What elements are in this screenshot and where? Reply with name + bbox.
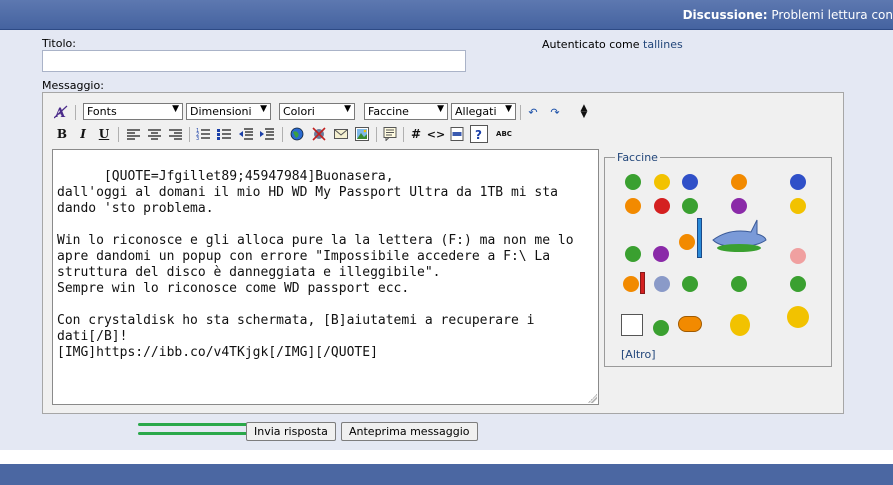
redo-icon[interactable]: ↷: [547, 104, 563, 120]
smilies-select-label: Faccine: [368, 105, 409, 118]
thread-heading: Discussione: Problemi lettura con: [683, 8, 893, 22]
underline-button[interactable]: U: [96, 126, 112, 142]
shark-icon[interactable]: [711, 218, 767, 256]
title-label: Titolo:: [42, 37, 76, 50]
smiley-sick-icon[interactable]: [625, 246, 641, 262]
insert-image-icon[interactable]: [354, 126, 370, 142]
smiley-bird-icon[interactable]: [787, 306, 809, 328]
toolbar-separator: [282, 127, 283, 142]
smiley-earth-icon[interactable]: [653, 320, 669, 336]
chevron-down-icon: ▼: [344, 104, 351, 114]
smiley-help-icon[interactable]: [678, 316, 702, 332]
undo-icon[interactable]: ↶: [525, 104, 541, 120]
smiley-shocked-icon[interactable]: [790, 174, 806, 190]
bottom-bar: [0, 464, 893, 485]
smiley-teeth-icon[interactable]: [682, 276, 698, 292]
toolbar-separator: [403, 127, 404, 142]
smiley-smirk-icon[interactable]: [790, 276, 806, 292]
chevron-down-icon: ▼: [505, 104, 512, 114]
toolbar-separator: [376, 127, 377, 142]
auth-user-link[interactable]: tallines: [643, 38, 683, 51]
thread-label: Discussione:: [682, 8, 768, 22]
chevron-down-icon: ▼: [260, 104, 267, 114]
chevron-down-icon: ▼: [172, 104, 179, 114]
top-bar: Discussione: Problemi lettura con: [0, 0, 893, 30]
auth-status: Autenticato come tallines: [542, 38, 683, 51]
reply-form: Titolo: Autenticato come tallines Messag…: [0, 30, 893, 450]
resize-grip-icon[interactable]: [588, 394, 597, 403]
footer-spacer: [0, 450, 893, 464]
chevron-down-icon: ▼: [437, 104, 444, 114]
smiley-wall-icon[interactable]: [679, 234, 695, 250]
preview-message-button[interactable]: Anteprima messaggio: [341, 422, 478, 441]
colors-select[interactable]: Colori ▼: [279, 103, 355, 120]
fonts-select-label: Fonts: [87, 105, 117, 118]
outdent-icon[interactable]: [238, 126, 254, 142]
align-center-icon[interactable]: [146, 126, 162, 142]
smiley-wink-icon[interactable]: [790, 198, 806, 214]
attachments-select[interactable]: Allegati ▼: [451, 103, 516, 120]
email-link-icon[interactable]: [333, 126, 349, 142]
smiley-confused-icon[interactable]: [731, 198, 747, 214]
sizes-select[interactable]: Dimensioni ▼: [186, 103, 271, 120]
smilies-panel: Faccine [Altro]: [604, 151, 832, 367]
smiley-pig-icon[interactable]: [790, 248, 806, 264]
submit-reply-button[interactable]: Invia risposta: [246, 422, 336, 441]
smiley-talk-icon[interactable]: [623, 276, 639, 292]
link-globe-icon[interactable]: [289, 126, 305, 142]
thread-title[interactable]: Problemi lettura con: [771, 8, 893, 22]
editor-box: A Fonts ▼ Dimensioni ▼ Colori ▼ Faccine ▼ Al…: [42, 92, 844, 435]
smiley-sad-icon[interactable]: [682, 174, 698, 190]
smiley-surprised-icon[interactable]: [731, 174, 747, 190]
spellcheck-button[interactable]: ABC: [493, 126, 515, 142]
smilies-select[interactable]: Faccine ▼: [364, 103, 448, 120]
auth-prefix: Autenticato come: [542, 38, 640, 51]
toolbar-separator: [118, 127, 119, 142]
help-icon[interactable]: ?: [470, 125, 488, 143]
toolbar-separator: [75, 105, 76, 120]
message-label: Messaggio:: [42, 79, 104, 92]
fonts-select[interactable]: Fonts ▼: [83, 103, 183, 120]
smiley-neutral-icon[interactable]: [682, 198, 698, 214]
smiley-happy-icon[interactable]: [654, 174, 670, 190]
align-right-icon[interactable]: [167, 126, 183, 142]
quote-icon[interactable]: [382, 126, 398, 142]
align-left-icon[interactable]: [125, 126, 141, 142]
smilies-more-link[interactable]: [Altro]: [621, 348, 656, 361]
code-tag-button[interactable]: <>: [427, 126, 445, 142]
ordered-list-icon[interactable]: 123: [195, 126, 211, 142]
smiley-grin-icon[interactable]: [625, 174, 641, 190]
smiley-eek-icon[interactable]: [654, 276, 670, 292]
remove-format-icon[interactable]: A: [53, 104, 69, 120]
bold-button[interactable]: B: [54, 126, 70, 142]
smiley-question-icon[interactable]: [653, 246, 669, 262]
code-hash-button[interactable]: #: [408, 126, 424, 142]
smiley-grumpy-icon[interactable]: [731, 276, 747, 292]
message-text: [QUOTE=Jfgillet89;45947984]Buonasera, da…: [57, 169, 574, 360]
smiley-angry-icon[interactable]: [654, 198, 670, 214]
attachments-select-label: Allegati: [455, 105, 497, 118]
smiley-wave-icon[interactable]: [730, 314, 750, 336]
svg-text:?: ?: [475, 128, 482, 141]
title-input[interactable]: [42, 50, 466, 72]
colors-select-label: Colori: [283, 105, 315, 118]
flag-icon: [640, 272, 645, 294]
php-code-icon[interactable]: [449, 126, 465, 142]
toolbar-separator: [520, 105, 521, 120]
smiley-cool-icon[interactable]: [625, 198, 641, 214]
sizes-select-label: Dimensioni: [190, 105, 252, 118]
resize-toggle-icon[interactable]: ▲ ▼: [576, 104, 592, 120]
smilies-legend: Faccine: [615, 151, 660, 164]
svg-text:3: 3: [196, 136, 199, 140]
wall-icon: [697, 218, 702, 258]
unordered-list-icon[interactable]: [216, 126, 232, 142]
smiley-reading-icon[interactable]: [621, 314, 643, 336]
italic-button[interactable]: I: [75, 126, 91, 142]
toolbar-separator: [189, 127, 190, 142]
message-textarea[interactable]: [QUOTE=Jfgillet89;45947984]Buonasera, da…: [52, 149, 599, 405]
indent-icon[interactable]: [259, 126, 275, 142]
unlink-icon[interactable]: [311, 126, 327, 142]
